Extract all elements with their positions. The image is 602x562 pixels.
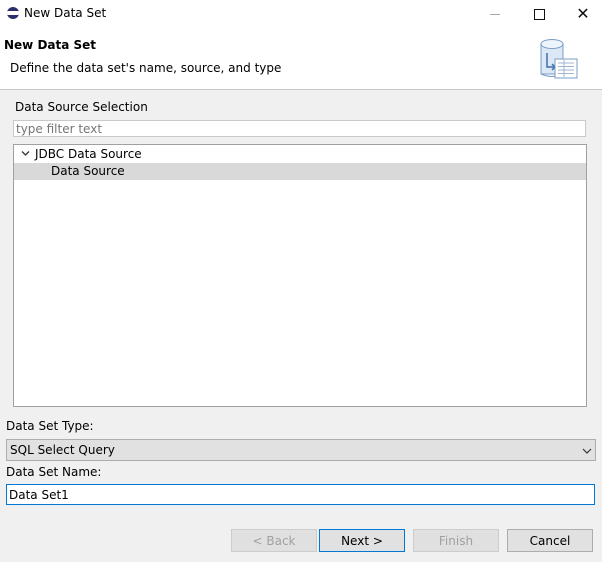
data-source-selection-label: Data Source Selection — [14, 100, 149, 114]
next-button[interactable]: Next > — [319, 529, 405, 552]
data-set-type-select[interactable]: SQL Select Query — [6, 439, 596, 461]
cancel-button[interactable]: Cancel — [507, 529, 593, 552]
data-set-type-label: Data Set Type: — [6, 419, 94, 433]
maximize-icon — [533, 8, 545, 20]
title-bar: New Data Set ✕ — [0, 0, 602, 28]
wizard-title: New Data Set — [4, 38, 97, 52]
data-source-tree[interactable]: JDBC Data Source Data Source — [13, 144, 587, 407]
data-set-name-label: Data Set Name: — [6, 465, 102, 479]
back-button[interactable]: < Back — [231, 529, 317, 552]
tree-node-label: Data Source — [51, 164, 125, 178]
data-set-name-input[interactable] — [6, 484, 595, 505]
maximize-button[interactable] — [516, 0, 562, 28]
wizard-description: Define the data set's name, source, and … — [10, 61, 282, 75]
tree-node-label: JDBC Data Source — [35, 147, 142, 161]
close-icon: ✕ — [576, 4, 590, 23]
data-set-type-value: SQL Select Query — [10, 443, 115, 457]
eclipse-icon — [7, 7, 19, 19]
minimize-icon — [490, 13, 500, 15]
database-wizard-icon — [540, 39, 578, 79]
finish-button[interactable]: Finish — [413, 529, 499, 552]
close-button[interactable]: ✕ — [560, 0, 602, 28]
minimize-button[interactable] — [472, 0, 518, 28]
filter-input[interactable] — [13, 120, 586, 137]
window-title: New Data Set — [24, 6, 107, 20]
chevron-down-icon — [582, 448, 592, 454]
tree-node-data-source[interactable]: Data Source — [14, 163, 586, 180]
chevron-down-icon[interactable] — [21, 149, 30, 158]
wizard-header: New Data Set Define the data set's name,… — [0, 28, 602, 90]
tree-node-jdbc-data-source[interactable]: JDBC Data Source — [14, 146, 586, 163]
